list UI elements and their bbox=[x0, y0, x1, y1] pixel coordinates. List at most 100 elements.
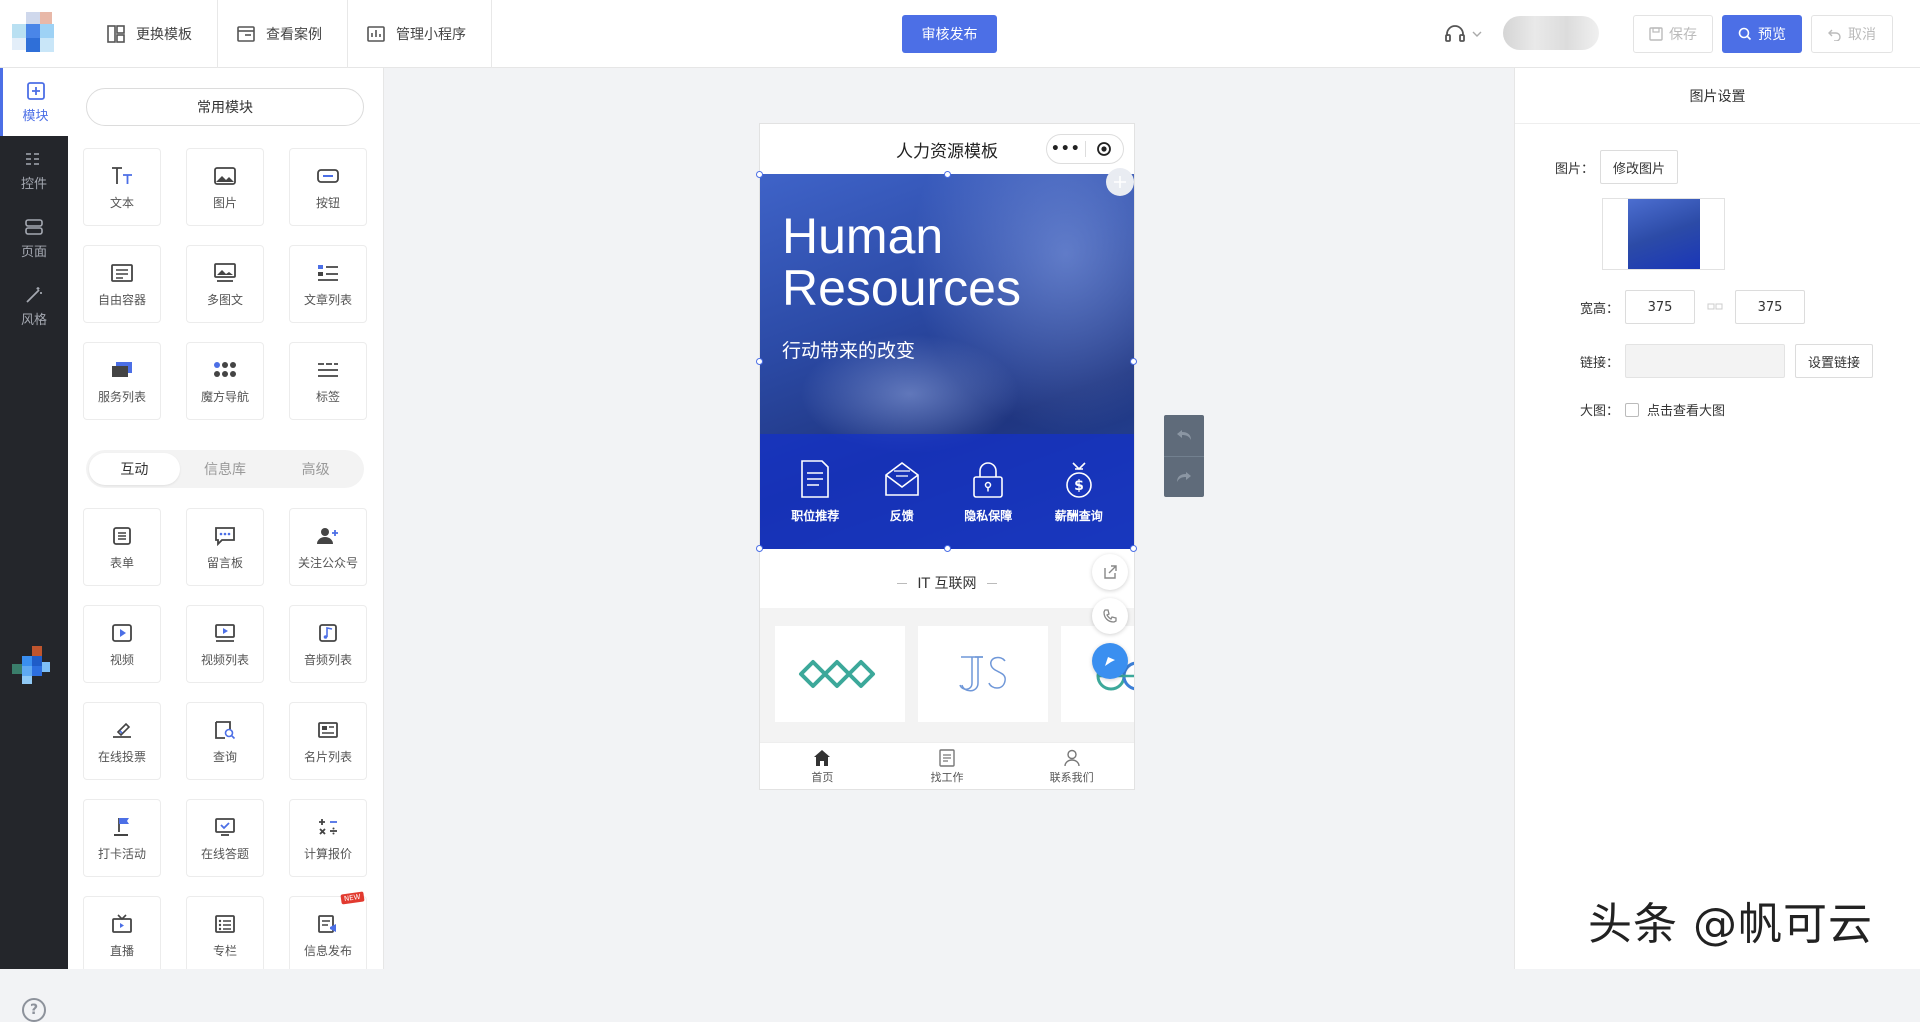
phone-float-button[interactable] bbox=[1092, 598, 1128, 634]
selection-handle[interactable] bbox=[1130, 545, 1137, 552]
nav-manage-miniprogram-label: 管理小程序 bbox=[396, 27, 466, 43]
tab-find-job[interactable]: 找工作 bbox=[885, 743, 1010, 790]
drag-move-handle[interactable] bbox=[1106, 168, 1134, 196]
module-label: 在线投票 bbox=[97, 749, 146, 764]
big-image-checkbox[interactable] bbox=[1625, 402, 1640, 417]
module-calculator[interactable]: 计算报价 bbox=[289, 799, 367, 877]
module-cube-nav[interactable]: 魔方导航 bbox=[186, 342, 264, 420]
sidebar-item-style[interactable]: 风格 bbox=[0, 272, 68, 340]
sidebar-item-controls[interactable]: 控件 bbox=[0, 136, 68, 204]
hero-subtitle: 行动带来的改变 bbox=[782, 340, 916, 362]
module-tabs[interactable]: 标签 bbox=[289, 342, 367, 420]
module-service-list[interactable]: 服务列表 bbox=[83, 342, 161, 420]
close-miniprogram-icon[interactable] bbox=[1086, 141, 1124, 157]
nav-manage-miniprogram[interactable]: 管理小程序 bbox=[348, 0, 492, 68]
module-label: 留言板 bbox=[206, 555, 243, 570]
hero-feature-band: 职位推荐 反馈 隐私保障 $ 薪酬查询 bbox=[760, 434, 1134, 549]
change-image-button[interactable]: 修改图片 bbox=[1600, 150, 1679, 184]
undo-icon bbox=[1177, 430, 1191, 441]
hero-item-salary[interactable]: $ 薪酬查询 bbox=[1055, 459, 1103, 524]
module-multi-image[interactable]: 多图文 bbox=[186, 245, 264, 323]
preview-button[interactable]: 预览 bbox=[1722, 15, 1802, 53]
height-input[interactable]: 375 bbox=[1735, 290, 1806, 324]
partner-logo-card[interactable] bbox=[918, 626, 1048, 722]
settings-title: 图片设置 bbox=[1515, 68, 1920, 124]
module-free-container[interactable]: 自由容器 bbox=[83, 245, 161, 323]
module-card-list[interactable]: 名片列表 bbox=[289, 702, 367, 780]
phone-preview: 人力资源模板 ••• Human Resources 行动带来的改变 职位推荐 反… bbox=[756, 123, 1137, 790]
module-info-publish[interactable]: NEW 信息发布 bbox=[289, 891, 367, 969]
hero-item-feedback[interactable]: 反馈 bbox=[882, 459, 922, 524]
document-icon bbox=[801, 460, 830, 498]
module-label: 计算报价 bbox=[303, 846, 352, 861]
hero-title-line2: Resources bbox=[782, 260, 1021, 316]
tab-home[interactable]: 首页 bbox=[760, 743, 885, 790]
app-logo[interactable] bbox=[12, 12, 62, 56]
redo-button[interactable] bbox=[1164, 457, 1204, 498]
selection-handle[interactable] bbox=[756, 171, 763, 178]
module-online-quiz[interactable]: 在线答题 bbox=[186, 799, 264, 877]
module-query[interactable]: 查询 bbox=[186, 702, 264, 780]
link-ratio-icon[interactable] bbox=[1695, 300, 1735, 314]
phone-header: 人力资源模板 ••• bbox=[760, 124, 1134, 174]
container-icon bbox=[111, 263, 133, 282]
link-row: 链接： 设置链接 bbox=[1580, 344, 1874, 378]
qr-thumbnail[interactable] bbox=[8, 646, 60, 692]
module-live[interactable]: 直播 bbox=[83, 896, 161, 969]
nav-change-template[interactable]: 更换模板 bbox=[88, 0, 218, 68]
selection-handle[interactable] bbox=[944, 545, 951, 552]
customer-service[interactable] bbox=[1443, 22, 1483, 46]
module-follow-account[interactable]: 关注公众号 bbox=[289, 508, 367, 586]
hero-item-label: 隐私保障 bbox=[964, 509, 1013, 523]
undo-button[interactable] bbox=[1164, 415, 1204, 457]
set-link-button[interactable]: 设置链接 bbox=[1795, 344, 1874, 378]
user-avatar[interactable] bbox=[1503, 16, 1599, 50]
share-float-button[interactable] bbox=[1092, 554, 1128, 590]
selection-handle[interactable] bbox=[756, 358, 763, 365]
sidebar-item-modules[interactable]: 模块 bbox=[0, 68, 68, 136]
tab-info-library[interactable]: 信息库 bbox=[180, 453, 271, 485]
cancel-button[interactable]: 取消 bbox=[1811, 15, 1893, 53]
width-input[interactable]: 375 bbox=[1625, 290, 1696, 324]
hero-item-label: 薪酬查询 bbox=[1054, 509, 1103, 523]
partner-logo-card[interactable] bbox=[775, 626, 905, 722]
selection-handle[interactable] bbox=[756, 545, 763, 552]
module-checkin[interactable]: 打卡活动 bbox=[83, 799, 161, 877]
tab-interactive[interactable]: 互动 bbox=[89, 453, 180, 485]
hero-title-line1: Human bbox=[782, 208, 944, 264]
text-icon bbox=[112, 166, 132, 184]
hero-item-label: 反馈 bbox=[889, 509, 914, 523]
module-audio-list[interactable]: 音频列表 bbox=[289, 605, 367, 683]
selection-handle[interactable] bbox=[944, 171, 951, 178]
cancel-label: 取消 bbox=[1848, 27, 1876, 43]
hero-banner-image[interactable]: Human Resources 行动带来的改变 职位推荐 反馈 隐私保障 $ 薪酬… bbox=[760, 174, 1134, 549]
module-button[interactable]: 按钮 bbox=[289, 148, 367, 226]
module-article-list[interactable]: 文章列表 bbox=[289, 245, 367, 323]
help-icon[interactable]: ? bbox=[22, 998, 46, 1022]
publish-button[interactable]: 审核发布 bbox=[902, 15, 997, 53]
chat-float-button[interactable] bbox=[1092, 643, 1128, 679]
tab-contact[interactable]: 联系我们 bbox=[1009, 743, 1134, 790]
module-message-board[interactable]: 留言板 bbox=[186, 508, 264, 586]
checkin-icon bbox=[114, 817, 129, 836]
nav-view-cases[interactable]: 查看案例 bbox=[218, 0, 348, 68]
history-controls bbox=[1164, 415, 1204, 497]
image-thumbnail[interactable] bbox=[1602, 198, 1725, 270]
hero-item-privacy[interactable]: 隐私保障 bbox=[964, 459, 1012, 524]
module-text[interactable]: 文本 bbox=[83, 148, 161, 226]
module-video-list[interactable]: 视频列表 bbox=[186, 605, 264, 683]
more-icon[interactable]: ••• bbox=[1047, 141, 1085, 157]
module-image[interactable]: 图片 bbox=[186, 148, 264, 226]
sidebar-item-pages[interactable]: 页面 bbox=[0, 204, 68, 272]
link-input[interactable] bbox=[1625, 344, 1786, 378]
module-video[interactable]: 视频 bbox=[83, 605, 161, 683]
tab-home-label: 首页 bbox=[811, 770, 834, 784]
save-button[interactable]: 保存 bbox=[1633, 15, 1713, 53]
tab-advanced[interactable]: 高级 bbox=[270, 453, 361, 485]
hero-item-jobs[interactable]: 职位推荐 bbox=[791, 459, 839, 524]
selection-handle[interactable] bbox=[1130, 358, 1137, 365]
module-form[interactable]: 表单 bbox=[83, 508, 161, 586]
nav-view-cases-label: 查看案例 bbox=[266, 27, 322, 43]
module-column[interactable]: 专栏 bbox=[186, 896, 264, 969]
module-online-vote[interactable]: 在线投票 bbox=[83, 702, 161, 780]
